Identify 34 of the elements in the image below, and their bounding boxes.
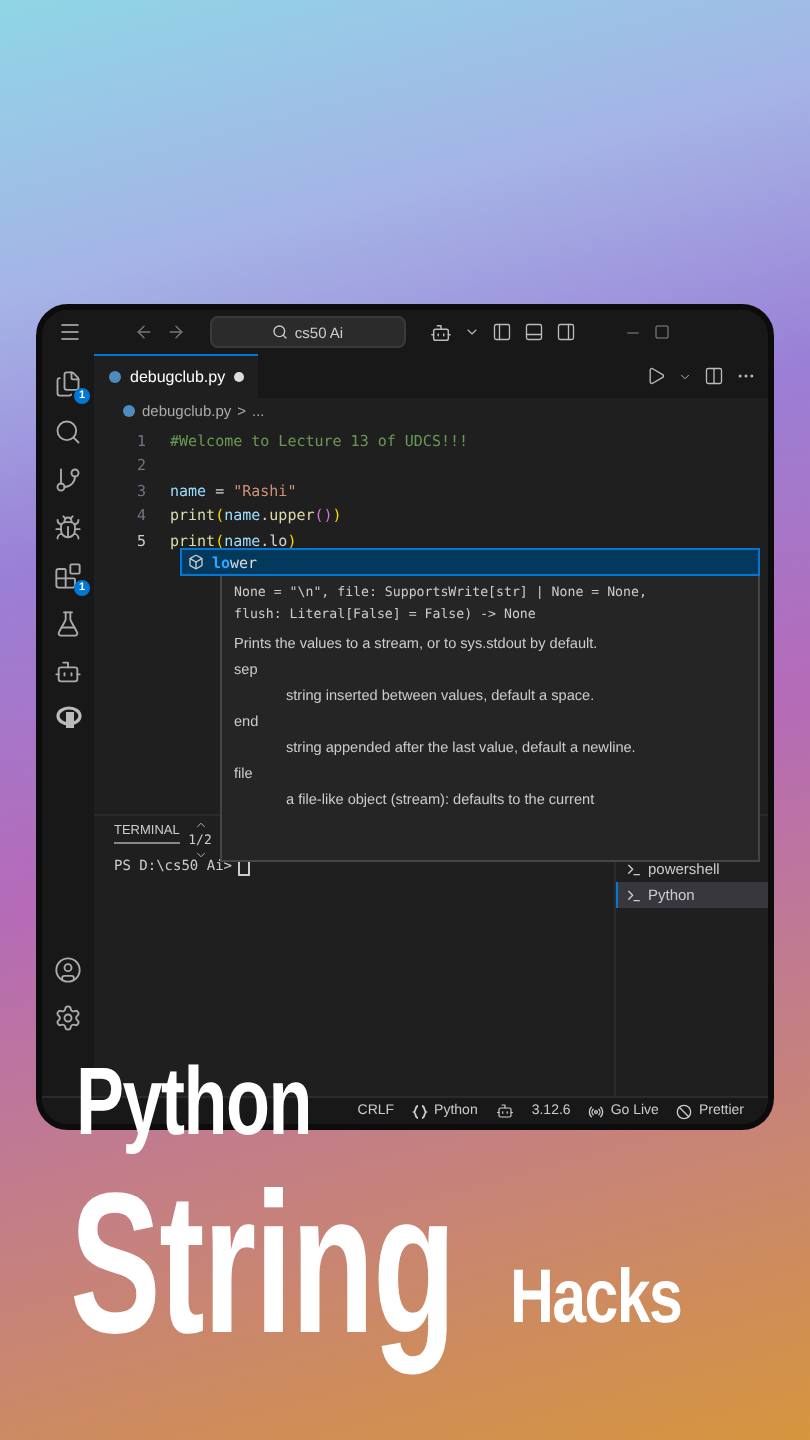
headline: Hacks — [510, 1254, 682, 1344]
robot-icon[interactable] — [495, 1102, 514, 1120]
files-icon[interactable] — [54, 370, 82, 398]
panel-right-icon[interactable] — [556, 322, 576, 342]
robot-icon[interactable] — [54, 658, 82, 686]
braces-icon — [412, 1103, 429, 1119]
branch-icon[interactable] — [54, 466, 82, 494]
prohibited-icon — [676, 1103, 693, 1119]
menu-icon[interactable] — [58, 320, 82, 344]
terminal-icon — [626, 861, 642, 877]
chevron-down-icon[interactable] — [193, 848, 207, 862]
forward-icon[interactable] — [166, 322, 186, 342]
bug-icon[interactable] — [54, 514, 82, 542]
settings-icon[interactable] — [54, 1004, 82, 1032]
search-icon — [272, 324, 289, 340]
cube-icon — [188, 554, 204, 570]
flask-icon[interactable] — [54, 610, 82, 638]
chevron-down-icon[interactable] — [464, 324, 480, 340]
account-icon[interactable] — [54, 956, 82, 984]
split-editor-icon[interactable] — [704, 366, 724, 386]
back-icon[interactable] — [134, 322, 154, 342]
chevron-up-icon[interactable] — [193, 818, 207, 832]
search-icon[interactable] — [54, 418, 82, 446]
broadcast-icon — [588, 1103, 605, 1119]
chevron-down-icon[interactable] — [678, 369, 692, 383]
robot-icon[interactable] — [430, 321, 452, 343]
terminal-icon — [626, 887, 642, 903]
python-file-icon — [108, 370, 122, 384]
run-icon[interactable] — [646, 366, 666, 386]
blocks-icon[interactable] — [54, 562, 82, 590]
panel-left-icon[interactable] — [492, 322, 512, 342]
python-file-icon — [122, 404, 136, 418]
file-tab[interactable]: debugclub.py — [94, 354, 258, 398]
panel-bottom-icon[interactable] — [524, 322, 544, 342]
